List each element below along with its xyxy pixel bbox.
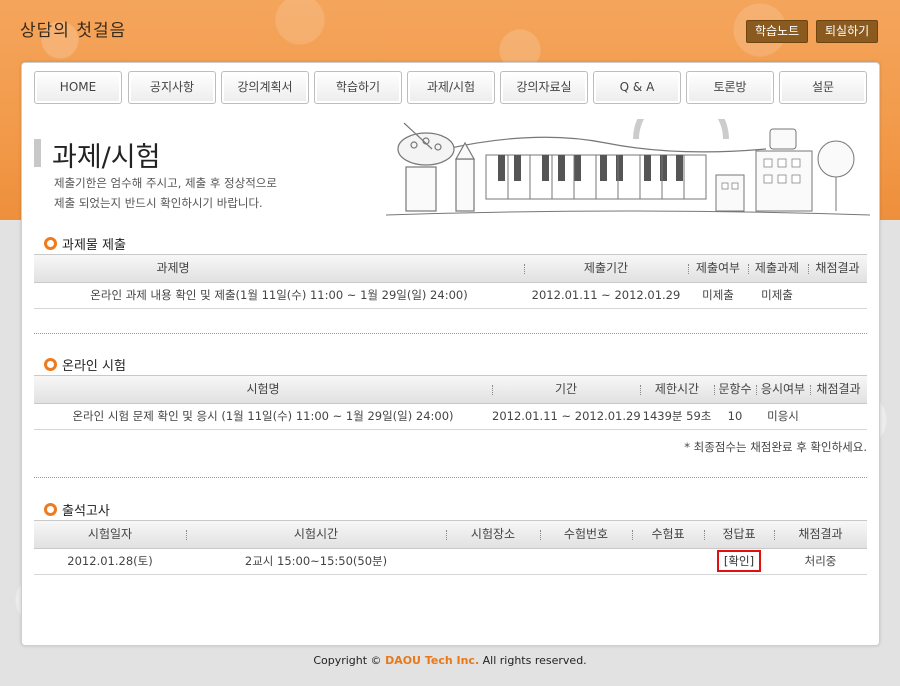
exam-section-label: 온라인 시험 <box>62 359 126 374</box>
page-title: 과제/시험 <box>52 142 161 173</box>
col-header-exam-period: 기간 <box>554 382 578 396</box>
company-brand: DAOU Tech Inc. <box>385 654 480 667</box>
exam-taken: 미응시 <box>767 409 799 423</box>
page-description-line1: 제출기한은 엄수해 주시고, 제출 후 정상적으로 <box>54 176 277 190</box>
col-header-place: 시험장소 <box>470 527 516 541</box>
section-divider <box>34 333 867 334</box>
nav-item-syllabus[interactable]: 강의계획서 <box>221 71 309 104</box>
score-note: * 최종점수는 채점완료 후 확인하세요. <box>684 440 867 454</box>
nav-item-survey[interactable]: 설문 <box>779 71 867 104</box>
nav-item-discussion[interactable]: 토론방 <box>686 71 774 104</box>
study-notes-button[interactable]: 학습노트 <box>746 20 809 43</box>
page-header: 과제/시험 제출기한은 엄수해 주시고, 제출 후 정상적으로 제출 되었는지 … <box>34 119 870 225</box>
assignment-period: 2012.01.11 ~ 2012.01.29 <box>531 288 681 302</box>
attendance-place <box>446 548 540 574</box>
col-header-time-limit: 제한시간 <box>654 382 700 396</box>
bullet-icon <box>44 503 57 516</box>
exam-section-title: 온라인 시험 <box>44 355 126 374</box>
main-panel: HOME 공지사항 강의계획서 학습하기 과제/시험 강의자료실 Q & A 토… <box>21 62 880 646</box>
assignment-submitted: 미제출 <box>702 288 734 302</box>
bullet-icon <box>44 358 57 371</box>
attendance-section-label: 출석고사 <box>62 504 110 519</box>
attendance-section-title: 출석고사 <box>44 500 110 519</box>
col-header-question-count: 문항수 <box>718 382 752 396</box>
assignment-name[interactable]: 온라인 과제 내용 확인 및 제출(1월 11일(수) 11:00 ~ 1월 2… <box>34 282 524 308</box>
nav-item-notice[interactable]: 공지사항 <box>128 71 216 104</box>
col-header-period: 제출기간 <box>583 261 629 275</box>
col-header-taken: 응시여부 <box>760 382 806 396</box>
site-title: 상담의 첫걸음 <box>20 21 127 41</box>
table-row: 2012.01.28(토) 2교시 15:00~15:50(50분) [확인] … <box>34 548 867 575</box>
attendance-ticket <box>632 548 704 574</box>
table-row[interactable]: 온라인 과제 내용 확인 및 제출(1월 11일(수) 11:00 ~ 1월 2… <box>34 282 867 309</box>
col-header-att-result: 채점결과 <box>798 527 843 541</box>
assignment-table-header: 과제명 제출기간 제출여부 제출과제 채점결과 <box>34 254 867 283</box>
bullet-icon <box>44 237 57 250</box>
copyright-prefix: Copyright © <box>313 654 382 667</box>
assignment-section-title: 과제물 제출 <box>44 234 126 253</box>
header-illustration <box>386 119 870 216</box>
nav-item-assignment[interactable]: 과제/시험 <box>407 71 495 104</box>
footer: Copyright © DAOU Tech Inc. All rights re… <box>0 654 900 667</box>
answer-confirm-button[interactable]: [확인] <box>716 550 762 572</box>
nav-item-study[interactable]: 학습하기 <box>314 71 402 104</box>
nav-item-home[interactable]: HOME <box>34 71 122 104</box>
assignment-result <box>808 282 867 308</box>
col-header-submitted: 제출여부 <box>695 261 741 275</box>
copyright-suffix: All rights reserved. <box>482 654 587 667</box>
page-description-line2: 제출 되었는지 반드시 확인하시기 바랍니다. <box>54 196 263 210</box>
attendance-result: 처리중 <box>804 554 837 568</box>
logout-button[interactable]: 퇴실하기 <box>816 20 879 43</box>
title-marker <box>34 139 41 167</box>
exam-time-limit: 1439분 59초 <box>642 409 712 423</box>
col-header-ticket: 수험표 <box>651 527 685 541</box>
col-header-result: 채점결과 <box>815 261 860 275</box>
col-header-file: 제출과제 <box>754 261 800 275</box>
nav-item-qna[interactable]: Q & A <box>593 71 681 104</box>
col-header-number: 수험번호 <box>563 527 609 541</box>
exam-period: 2012.01.11 ~ 2012.01.29 <box>492 409 641 423</box>
assignment-file: 미제출 <box>761 288 793 302</box>
exam-table-header: 시험명 기간 제한시간 문항수 응시여부 채점결과 <box>34 375 867 404</box>
attendance-date: 2012.01.28(토) <box>67 554 153 568</box>
section-divider <box>34 477 867 478</box>
col-header-answer: 정답표 <box>722 527 756 541</box>
exam-question-count: 10 <box>727 409 743 423</box>
col-header-time: 시험시간 <box>293 527 339 541</box>
col-header-exam-result: 채점결과 <box>816 382 861 396</box>
col-header-title: 과제명 <box>156 261 190 275</box>
attendance-answer-cell: [확인] <box>704 548 774 574</box>
exam-result <box>810 403 867 429</box>
attendance-table-header: 시험일자 시험시간 시험장소 수험번호 수험표 정답표 채점결과 <box>34 520 867 549</box>
table-row[interactable]: 온라인 시험 문제 확인 및 응시 (1월 11일(수) 11:00 ~ 1월 … <box>34 403 867 430</box>
assignment-section-label: 과제물 제출 <box>62 238 126 253</box>
nav-item-materials[interactable]: 강의자료실 <box>500 71 588 104</box>
col-header-date: 시험일자 <box>87 527 133 541</box>
exam-name[interactable]: 온라인 시험 문제 확인 및 응시 (1월 11일(수) 11:00 ~ 1월 … <box>34 403 492 429</box>
col-header-exam-name: 시험명 <box>246 382 280 396</box>
attendance-time: 2교시 15:00~15:50(50분) <box>244 554 388 568</box>
attendance-number <box>540 548 632 574</box>
